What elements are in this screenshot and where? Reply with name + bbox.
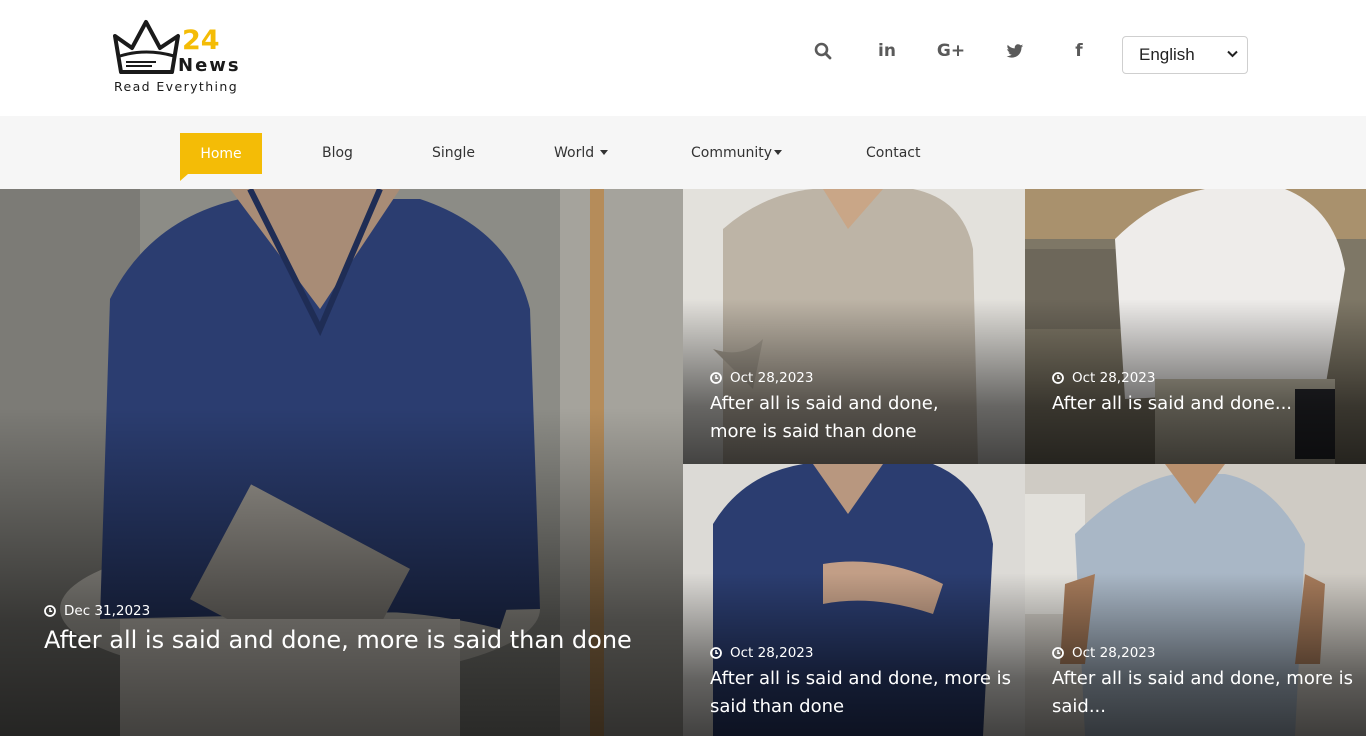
caret-down-icon (774, 150, 783, 155)
search-icon[interactable] (808, 36, 838, 66)
logo-tagline: Read Everything (114, 79, 239, 94)
post-date-3: Oct 28,2023 (710, 645, 813, 661)
site-logo[interactable]: 24 News Read Everything (112, 18, 252, 98)
post-date-4: Oct 28,2023 (1052, 645, 1155, 661)
featured-post-card[interactable]: Dec 31,2023 After all is said and done, … (0, 189, 683, 736)
post-card-1[interactable]: Oct 28,2023 After all is said and done, … (683, 189, 1025, 464)
post-title-4[interactable]: After all is said and done, more is said… (1052, 665, 1353, 721)
language-select-value: English (1139, 45, 1195, 64)
featured-post-overlay (0, 407, 683, 736)
post-date-2: Oct 28,2023 (1052, 370, 1155, 386)
nav-item-world[interactable]: World (554, 116, 609, 189)
nav-item-home[interactable]: Home (180, 133, 262, 174)
post-date-1: Oct 28,2023 (710, 370, 813, 386)
language-select[interactable]: English (1122, 36, 1248, 74)
featured-post-title[interactable]: After all is said and done, more is said… (44, 626, 632, 654)
chevron-down-icon (1227, 50, 1238, 58)
clock-icon (44, 605, 56, 617)
linkedin-icon[interactable]: in (872, 36, 902, 66)
nav-item-community[interactable]: Community (691, 116, 783, 189)
nav-item-single[interactable]: Single (432, 116, 475, 189)
post-title-3[interactable]: After all is said and done, more is said… (710, 665, 1011, 721)
post-card-4[interactable]: Oct 28,2023 After all is said and done, … (1025, 464, 1366, 736)
logo-brand: News (178, 55, 241, 76)
clock-icon (1052, 647, 1064, 659)
nav-item-blog[interactable]: Blog (322, 116, 353, 189)
crown-logo-icon (113, 20, 180, 74)
logo-number: 24 (182, 25, 220, 56)
caret-down-icon (600, 150, 609, 155)
post-card-2[interactable]: Oct 28,2023 After all is said and done..… (1025, 189, 1366, 464)
google-plus-icon[interactable]: G+ (936, 36, 966, 66)
clock-icon (1052, 372, 1064, 384)
featured-post-date: Dec 31,2023 (44, 603, 150, 619)
twitter-icon[interactable] (1000, 36, 1030, 66)
post-card-3[interactable]: Oct 28,2023 After all is said and done, … (683, 464, 1025, 736)
post-title-1[interactable]: After all is said and done, more is said… (710, 390, 939, 446)
nav-home-pointer (180, 174, 188, 181)
site-header: 24 News Read Everything in G+ f English (0, 0, 1366, 116)
facebook-icon[interactable]: f (1064, 36, 1094, 66)
post-title-2[interactable]: After all is said and done... (1052, 390, 1292, 418)
clock-icon (710, 372, 722, 384)
clock-icon (710, 647, 722, 659)
nav-item-contact[interactable]: Contact (866, 116, 920, 189)
